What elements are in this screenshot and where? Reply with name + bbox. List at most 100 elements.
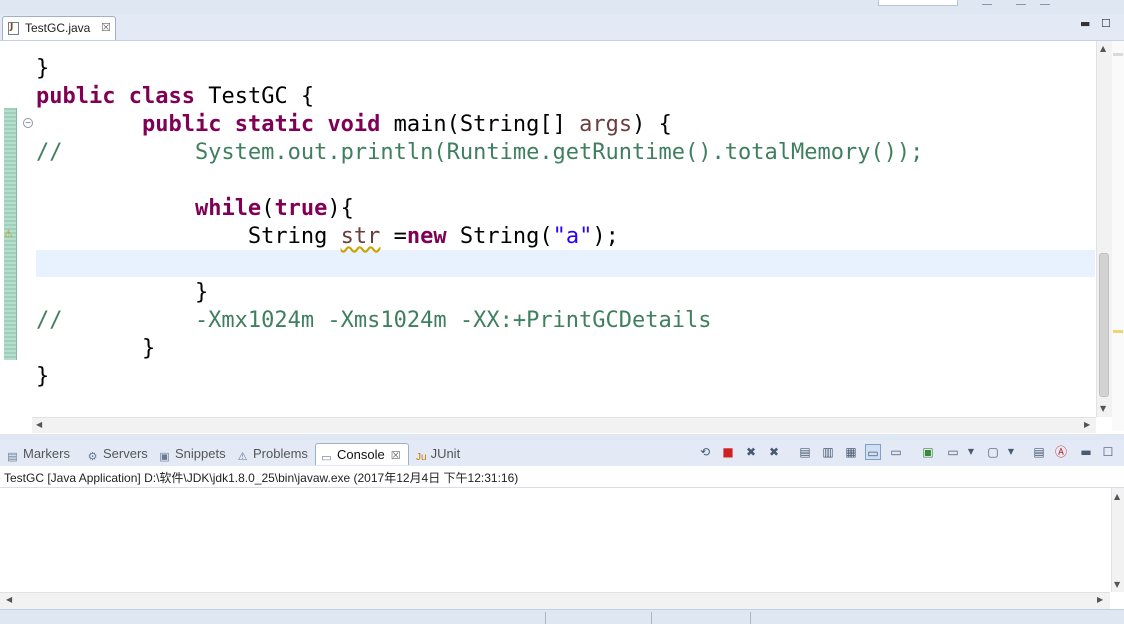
tab-label: Snippets — [175, 446, 226, 461]
tab-junit[interactable]: Ju JUnit — [416, 443, 460, 465]
workbench-top-strip — [0, 0, 1124, 15]
code-token: new — [406, 224, 447, 249]
scroll-down-icon[interactable]: ▼ — [1100, 404, 1106, 413]
minimize-icon[interactable]: ▬ — [1080, 18, 1090, 30]
scroll-lock-icon[interactable]: ▥ — [820, 444, 836, 460]
terminate-icon[interactable]: ■ — [720, 444, 736, 460]
code-token: str — [340, 224, 381, 249]
code-token: TestGC { — [194, 84, 315, 109]
tab-markers[interactable]: ▤ Markers — [6, 443, 70, 465]
code-token: ){ — [327, 196, 354, 221]
status-bar — [0, 609, 1124, 624]
code-text[interactable]: } public class TestGC { public static voi… — [36, 55, 923, 391]
remove-launch-icon[interactable]: ✖ — [743, 444, 759, 460]
remove-all-icon[interactable]: ✖ — [766, 444, 782, 460]
console-vertical-scrollbar[interactable]: ▲ ▼ — [1111, 488, 1124, 592]
overview-ruler — [1112, 41, 1124, 431]
scroll-up-icon[interactable]: ▲ — [1100, 44, 1106, 53]
show-on-stderr-icon[interactable]: ▭ — [888, 444, 904, 460]
problems-icon: ⚠ — [237, 451, 248, 463]
code-token: } — [36, 56, 50, 81]
tab-problems[interactable]: ⚠ Problems — [236, 443, 308, 465]
editor-tab-label: TestGC.java — [25, 21, 91, 35]
scroll-down-icon[interactable]: ▼ — [1114, 580, 1120, 589]
close-icon[interactable]: ☒ — [101, 21, 111, 34]
code-token: args — [579, 112, 633, 137]
toolbar-icon[interactable] — [982, 0, 992, 5]
search-replace-icon[interactable]: Ⓐ — [1053, 444, 1069, 460]
scroll-right-icon[interactable]: ▶ — [1097, 595, 1103, 604]
tab-label: Console — [337, 447, 385, 462]
scroll-up-icon[interactable]: ▲ — [1114, 492, 1120, 501]
console-output[interactable] — [0, 488, 1110, 592]
console-header: TestGC [Java Application] D:\软件\JDK\jdk1… — [0, 466, 1124, 488]
code-line[interactable]: } — [36, 363, 923, 391]
tab-label: Problems — [253, 446, 308, 461]
toolbar-icon[interactable] — [1040, 0, 1050, 5]
code-line[interactable]: // -Xmx1024m -Xms1024m -XX:+PrintGCDetai… — [36, 307, 923, 335]
servers-icon: ⚙ — [87, 451, 98, 463]
code-line[interactable]: } — [36, 279, 923, 307]
tab-servers[interactable]: ⚙ Servers — [86, 443, 148, 465]
editor-vertical-scrollbar[interactable]: ▲ ▼ — [1096, 41, 1112, 417]
code-token: // -Xmx1024m -Xms1024m -XX:+PrintGCDetai… — [36, 308, 712, 333]
display-console-icon[interactable]: ▭ — [945, 444, 961, 460]
code-token: ); — [592, 224, 619, 249]
view-menu-icon[interactable]: ▤ — [1031, 444, 1047, 460]
editor-tab-testgc[interactable]: TestGC.java ☒ — [2, 16, 116, 40]
code-token: static — [234, 112, 315, 137]
markers-icon: ▤ — [7, 451, 18, 463]
scroll-left-icon[interactable]: ◀ — [6, 595, 12, 604]
code-line[interactable]: String str =new String("a"); — [36, 223, 923, 251]
close-icon[interactable]: ☒ — [391, 450, 401, 462]
code-line[interactable]: // System.out.println(Runtime.getRuntime… — [36, 139, 923, 167]
code-token: public — [36, 84, 116, 109]
code-token: } — [36, 336, 156, 361]
editor-horizontal-scrollbar[interactable]: ◀ ▶ — [32, 417, 1096, 433]
open-console-icon[interactable]: ▢ — [985, 444, 1001, 460]
code-line[interactable]: while(true){ — [36, 195, 923, 223]
code-line[interactable]: } — [36, 335, 923, 363]
toolbar-icon[interactable] — [1016, 0, 1026, 5]
overview-marker[interactable] — [1113, 53, 1123, 56]
tab-snippets[interactable]: ▣ Snippets — [158, 443, 226, 465]
quick-access-field[interactable] — [878, 0, 958, 6]
code-line[interactable] — [36, 167, 923, 195]
code-editor[interactable]: − ⚠ } public class TestGC { public static… — [0, 41, 1124, 433]
code-token: } — [36, 280, 209, 305]
scrollbar-thumb[interactable] — [1099, 253, 1109, 397]
chevron-down-icon[interactable]: ▼ — [963, 444, 979, 460]
code-line[interactable]: } — [36, 55, 923, 83]
pin-console-icon[interactable]: ▣ — [920, 444, 936, 460]
tab-label: Markers — [23, 446, 70, 461]
maximize-icon[interactable]: ☐ — [1101, 18, 1111, 30]
code-line[interactable] — [36, 251, 923, 279]
console-horizontal-scrollbar[interactable]: ◀ ▶ — [0, 592, 1110, 609]
scroll-left-icon[interactable]: ◀ — [36, 420, 42, 429]
console-icon: ▭ — [321, 452, 332, 464]
minimize-icon[interactable]: ▬ — [1078, 444, 1094, 460]
code-token: void — [327, 112, 381, 137]
clear-console-icon[interactable]: ▤ — [797, 444, 813, 460]
relaunch-icon[interactable]: ⟲ — [697, 444, 713, 460]
code-line[interactable]: public class TestGC { — [36, 83, 923, 111]
word-wrap-icon[interactable]: ▦ — [843, 444, 859, 460]
junit-icon: Ju — [416, 452, 427, 463]
scroll-right-icon[interactable]: ▶ — [1084, 420, 1090, 429]
chevron-down-icon[interactable]: ▼ — [1003, 444, 1019, 460]
show-on-stdout-icon[interactable]: ▭ — [865, 444, 881, 460]
code-line[interactable]: public static void main(String[] args) { — [36, 111, 923, 139]
fold-collapse-icon[interactable]: − — [23, 118, 33, 128]
tab-console[interactable]: ▭ Console ☒ — [315, 443, 409, 465]
code-token: = — [380, 224, 407, 249]
warning-marker-icon[interactable]: ⚠ — [4, 229, 16, 240]
maximize-icon[interactable]: ☐ — [1100, 444, 1116, 460]
code-token: "a" — [552, 224, 593, 249]
overview-marker[interactable] — [1113, 330, 1123, 333]
console-title: TestGC [Java Application] D:\软件\JDK\jdk1… — [4, 471, 519, 485]
code-token: while — [194, 196, 262, 221]
